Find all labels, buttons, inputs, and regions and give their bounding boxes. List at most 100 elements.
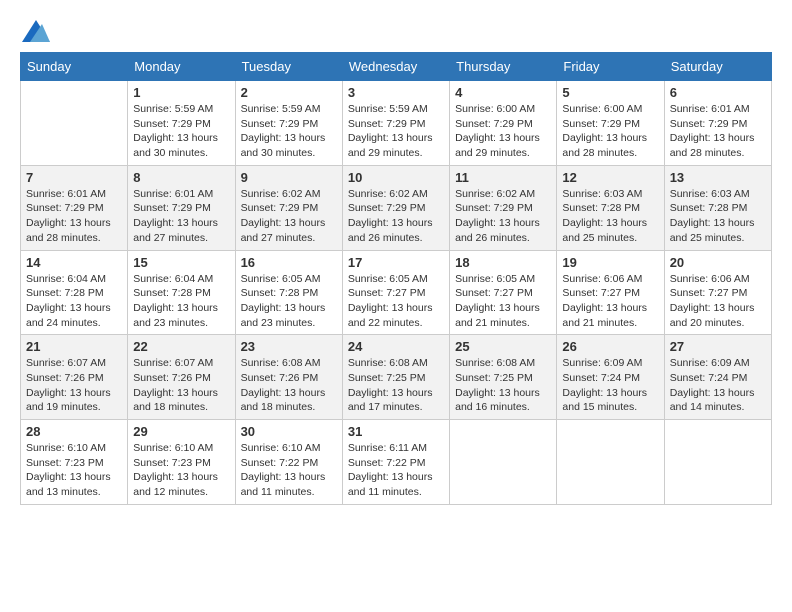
day-info: Sunrise: 6:00 AMSunset: 7:29 PMDaylight:… bbox=[455, 102, 551, 161]
day-number: 31 bbox=[348, 424, 444, 439]
calendar-cell: 27 Sunrise: 6:09 AMSunset: 7:24 PMDayligh… bbox=[664, 335, 771, 420]
weekday-header-thursday: Thursday bbox=[450, 53, 557, 81]
calendar-cell: 6 Sunrise: 6:01 AMSunset: 7:29 PMDaylight… bbox=[664, 81, 771, 166]
calendar-cell: 14 Sunrise: 6:04 AMSunset: 7:28 PMDayligh… bbox=[21, 250, 128, 335]
day-number: 23 bbox=[241, 339, 337, 354]
day-number: 7 bbox=[26, 170, 122, 185]
calendar-cell: 29 Sunrise: 6:10 AMSunset: 7:23 PMDayligh… bbox=[128, 420, 235, 505]
day-info: Sunrise: 6:07 AMSunset: 7:26 PMDaylight:… bbox=[133, 356, 229, 415]
day-number: 13 bbox=[670, 170, 766, 185]
day-info: Sunrise: 6:02 AMSunset: 7:29 PMDaylight:… bbox=[348, 187, 444, 246]
calendar-cell: 8 Sunrise: 6:01 AMSunset: 7:29 PMDaylight… bbox=[128, 165, 235, 250]
day-info: Sunrise: 6:01 AMSunset: 7:29 PMDaylight:… bbox=[670, 102, 766, 161]
day-info: Sunrise: 6:10 AMSunset: 7:23 PMDaylight:… bbox=[133, 441, 229, 500]
calendar-cell bbox=[450, 420, 557, 505]
calendar-cell: 2 Sunrise: 5:59 AMSunset: 7:29 PMDaylight… bbox=[235, 81, 342, 166]
day-number: 25 bbox=[455, 339, 551, 354]
day-number: 17 bbox=[348, 255, 444, 270]
weekday-header-saturday: Saturday bbox=[664, 53, 771, 81]
calendar-cell: 15 Sunrise: 6:04 AMSunset: 7:28 PMDayligh… bbox=[128, 250, 235, 335]
calendar-cell: 31 Sunrise: 6:11 AMSunset: 7:22 PMDayligh… bbox=[342, 420, 449, 505]
logo-icon bbox=[22, 20, 50, 42]
day-number: 4 bbox=[455, 85, 551, 100]
day-info: Sunrise: 5:59 AMSunset: 7:29 PMDaylight:… bbox=[348, 102, 444, 161]
calendar-cell: 16 Sunrise: 6:05 AMSunset: 7:28 PMDayligh… bbox=[235, 250, 342, 335]
day-number: 5 bbox=[562, 85, 658, 100]
calendar-cell: 23Sunrise: 6:08 AMSunset: 7:26 PMDayligh… bbox=[235, 335, 342, 420]
calendar-cell: 25Sunrise: 6:08 AMSunset: 7:25 PMDayligh… bbox=[450, 335, 557, 420]
day-number: 24 bbox=[348, 339, 444, 354]
weekday-header-sunday: Sunday bbox=[21, 53, 128, 81]
calendar-table: SundayMondayTuesdayWednesdayThursdayFrid… bbox=[20, 52, 772, 505]
day-info: Sunrise: 6:01 AMSunset: 7:29 PMDaylight:… bbox=[133, 187, 229, 246]
day-info: Sunrise: 6:00 AMSunset: 7:29 PMDaylight:… bbox=[562, 102, 658, 161]
day-info: Sunrise: 6:04 AMSunset: 7:28 PMDaylight:… bbox=[133, 272, 229, 331]
calendar-week-2: 7 Sunrise: 6:01 AMSunset: 7:29 PMDaylight… bbox=[21, 165, 772, 250]
calendar-cell: 5 Sunrise: 6:00 AMSunset: 7:29 PMDaylight… bbox=[557, 81, 664, 166]
day-info: Sunrise: 6:03 AMSunset: 7:28 PMDaylight:… bbox=[670, 187, 766, 246]
day-number: 28 bbox=[26, 424, 122, 439]
calendar-week-3: 14 Sunrise: 6:04 AMSunset: 7:28 PMDayligh… bbox=[21, 250, 772, 335]
day-info: Sunrise: 6:06 AMSunset: 7:27 PMDaylight:… bbox=[670, 272, 766, 331]
calendar-cell: 13 Sunrise: 6:03 AMSunset: 7:28 PMDayligh… bbox=[664, 165, 771, 250]
calendar-cell: 22 Sunrise: 6:07 AMSunset: 7:26 PMDayligh… bbox=[128, 335, 235, 420]
day-number: 14 bbox=[26, 255, 122, 270]
day-number: 20 bbox=[670, 255, 766, 270]
day-info: Sunrise: 6:05 AMSunset: 7:28 PMDaylight:… bbox=[241, 272, 337, 331]
calendar-cell: 1 Sunrise: 5:59 AMSunset: 7:29 PMDaylight… bbox=[128, 81, 235, 166]
day-info: Sunrise: 5:59 AMSunset: 7:29 PMDaylight:… bbox=[133, 102, 229, 161]
logo bbox=[20, 20, 50, 42]
weekday-header-monday: Monday bbox=[128, 53, 235, 81]
calendar-cell: 19Sunrise: 6:06 AMSunset: 7:27 PMDayligh… bbox=[557, 250, 664, 335]
calendar-cell: 18 Sunrise: 6:05 AMSunset: 7:27 PMDayligh… bbox=[450, 250, 557, 335]
day-number: 8 bbox=[133, 170, 229, 185]
day-number: 15 bbox=[133, 255, 229, 270]
calendar-cell: 30 Sunrise: 6:10 AMSunset: 7:22 PMDayligh… bbox=[235, 420, 342, 505]
day-info: Sunrise: 6:06 AMSunset: 7:27 PMDaylight:… bbox=[562, 272, 658, 331]
day-info: Sunrise: 6:02 AMSunset: 7:29 PMDaylight:… bbox=[241, 187, 337, 246]
calendar-week-1: 1 Sunrise: 5:59 AMSunset: 7:29 PMDaylight… bbox=[21, 81, 772, 166]
calendar-cell: 20 Sunrise: 6:06 AMSunset: 7:27 PMDayligh… bbox=[664, 250, 771, 335]
calendar-cell: 4 Sunrise: 6:00 AMSunset: 7:29 PMDaylight… bbox=[450, 81, 557, 166]
day-number: 2 bbox=[241, 85, 337, 100]
day-info: Sunrise: 6:11 AMSunset: 7:22 PMDaylight:… bbox=[348, 441, 444, 500]
day-number: 1 bbox=[133, 85, 229, 100]
day-number: 30 bbox=[241, 424, 337, 439]
day-number: 27 bbox=[670, 339, 766, 354]
day-number: 6 bbox=[670, 85, 766, 100]
day-number: 12 bbox=[562, 170, 658, 185]
calendar-cell: 3 Sunrise: 5:59 AMSunset: 7:29 PMDaylight… bbox=[342, 81, 449, 166]
day-number: 16 bbox=[241, 255, 337, 270]
day-info: Sunrise: 6:09 AMSunset: 7:24 PMDaylight:… bbox=[670, 356, 766, 415]
calendar-cell bbox=[21, 81, 128, 166]
weekday-header-wednesday: Wednesday bbox=[342, 53, 449, 81]
calendar-week-5: 28 Sunrise: 6:10 AMSunset: 7:23 PMDayligh… bbox=[21, 420, 772, 505]
calendar-cell: 21 Sunrise: 6:07 AMSunset: 7:26 PMDayligh… bbox=[21, 335, 128, 420]
day-info: Sunrise: 6:07 AMSunset: 7:26 PMDaylight:… bbox=[26, 356, 122, 415]
day-number: 11 bbox=[455, 170, 551, 185]
day-info: Sunrise: 6:08 AMSunset: 7:25 PMDaylight:… bbox=[348, 356, 444, 415]
day-number: 3 bbox=[348, 85, 444, 100]
day-info: Sunrise: 5:59 AMSunset: 7:29 PMDaylight:… bbox=[241, 102, 337, 161]
day-number: 22 bbox=[133, 339, 229, 354]
day-info: Sunrise: 6:10 AMSunset: 7:22 PMDaylight:… bbox=[241, 441, 337, 500]
calendar-cell bbox=[557, 420, 664, 505]
weekday-header-friday: Friday bbox=[557, 53, 664, 81]
page-header bbox=[20, 20, 772, 42]
day-number: 29 bbox=[133, 424, 229, 439]
calendar-cell: 24 Sunrise: 6:08 AMSunset: 7:25 PMDayligh… bbox=[342, 335, 449, 420]
day-number: 18 bbox=[455, 255, 551, 270]
calendar-cell: 7Sunrise: 6:01 AMSunset: 7:29 PMDaylight… bbox=[21, 165, 128, 250]
day-info: Sunrise: 6:04 AMSunset: 7:28 PMDaylight:… bbox=[26, 272, 122, 331]
calendar-week-4: 21 Sunrise: 6:07 AMSunset: 7:26 PMDayligh… bbox=[21, 335, 772, 420]
day-info: Sunrise: 6:05 AMSunset: 7:27 PMDaylight:… bbox=[455, 272, 551, 331]
calendar-cell: 12 Sunrise: 6:03 AMSunset: 7:28 PMDayligh… bbox=[557, 165, 664, 250]
day-info: Sunrise: 6:09 AMSunset: 7:24 PMDaylight:… bbox=[562, 356, 658, 415]
day-number: 26 bbox=[562, 339, 658, 354]
calendar-cell: 10Sunrise: 6:02 AMSunset: 7:29 PMDayligh… bbox=[342, 165, 449, 250]
calendar-cell: 26 Sunrise: 6:09 AMSunset: 7:24 PMDayligh… bbox=[557, 335, 664, 420]
calendar-cell: 28Sunrise: 6:10 AMSunset: 7:23 PMDayligh… bbox=[21, 420, 128, 505]
day-number: 21 bbox=[26, 339, 122, 354]
day-info: Sunrise: 6:03 AMSunset: 7:28 PMDaylight:… bbox=[562, 187, 658, 246]
calendar-cell: 9Sunrise: 6:02 AMSunset: 7:29 PMDaylight… bbox=[235, 165, 342, 250]
